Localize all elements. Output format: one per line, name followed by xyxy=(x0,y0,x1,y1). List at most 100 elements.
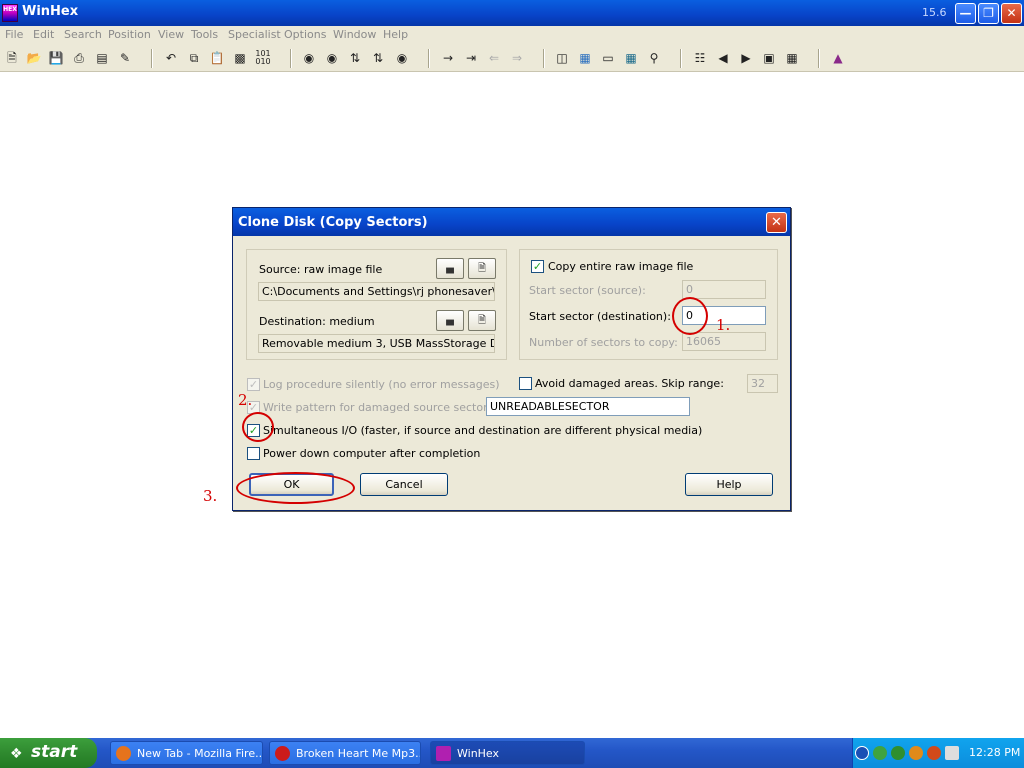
log-silently-checkbox[interactable]: ✓ xyxy=(247,378,260,391)
source-browse-button[interactable]: ▄ xyxy=(436,258,464,279)
source-path-field[interactable]: C:\Documents and Settings\rj phonesaver\… xyxy=(258,282,495,301)
restore-button[interactable]: ❐ xyxy=(978,3,999,24)
properties-icon[interactable]: ▤ xyxy=(94,50,110,66)
menu-view[interactable]: View xyxy=(158,28,184,41)
menu-window[interactable]: Window xyxy=(333,28,376,41)
copy-entire-checkbox[interactable]: ✓ xyxy=(531,260,544,273)
annotation-step1: 1. xyxy=(716,316,731,334)
toolbar-separator xyxy=(290,49,292,68)
disk-snapshot-icon[interactable]: ▭ xyxy=(600,50,616,66)
task-opera[interactable]: Broken Heart Me Mp3... xyxy=(269,741,421,765)
task-label: New Tab - Mozilla Fire... xyxy=(137,747,263,760)
replace-hex-icon[interactable]: ⇅ xyxy=(370,50,386,66)
start-button[interactable]: ❖ start xyxy=(0,738,97,768)
hex-tools-icon[interactable]: ☷ xyxy=(692,50,708,66)
magnifier-icon[interactable]: ⚲ xyxy=(646,50,662,66)
copy-entire-label: Copy entire raw image file xyxy=(548,260,694,273)
dialog-title-bar: Clone Disk (Copy Sectors) ✕ xyxy=(233,208,790,236)
menu-tools[interactable]: Tools xyxy=(191,28,218,41)
menu-help[interactable]: Help xyxy=(383,28,408,41)
open-disk-icon[interactable]: ◫ xyxy=(554,50,570,66)
menu-specialist[interactable]: Specialist xyxy=(228,28,281,41)
help-button[interactable]: Help xyxy=(685,473,773,496)
back-icon[interactable]: ⇐ xyxy=(486,50,502,66)
source-destination-group: Source: raw image file ▄ 🗎 C:\Documents … xyxy=(246,249,507,360)
dialog-title: Clone Disk (Copy Sectors) xyxy=(238,215,428,230)
destination-label: Destination: medium xyxy=(259,315,375,328)
winhex-app-icon[interactable]: HEX xyxy=(2,4,18,22)
annotation-step2: 2. xyxy=(238,391,253,409)
close-window-button[interactable]: ✕ xyxy=(1001,3,1022,24)
write-pattern-label: Write pattern for damaged source sectors… xyxy=(263,401,498,414)
sector-settings-group: ✓ Copy entire raw image file Start secto… xyxy=(519,249,778,360)
tray-expand-icon[interactable] xyxy=(855,746,869,760)
forward-icon[interactable]: ⇒ xyxy=(509,50,525,66)
book-icon[interactable]: ▲ xyxy=(830,50,846,66)
undo-icon[interactable]: ↶ xyxy=(163,50,179,66)
paste-special-icon[interactable]: ▩ xyxy=(232,50,248,66)
copy-icon[interactable]: ⧉ xyxy=(186,50,202,66)
system-tray: 12:28 PM xyxy=(852,738,1024,768)
edit-icon[interactable]: ✎ xyxy=(117,50,133,66)
network-icon[interactable] xyxy=(873,746,887,760)
paste-icon[interactable]: 📋 xyxy=(209,50,225,66)
toolbar-separator xyxy=(680,49,682,68)
goto-sector-icon[interactable]: ⇥ xyxy=(463,50,479,66)
source-label: Source: raw image file xyxy=(259,263,383,276)
print-icon[interactable]: ⎙ xyxy=(71,50,87,66)
destination-browse-button[interactable]: ▄ xyxy=(436,310,464,331)
update-icon[interactable] xyxy=(909,746,923,760)
num-sectors-field[interactable]: 16065 xyxy=(682,332,766,351)
snapshot-icon[interactable]: ▣ xyxy=(761,50,777,66)
toolbar-separator xyxy=(543,49,545,68)
antivirus-icon[interactable] xyxy=(927,746,941,760)
start-source-label: Start sector (source): xyxy=(529,284,646,297)
menu-bar: File Edit Search Position View Tools Spe… xyxy=(0,26,1024,45)
previous-icon[interactable]: ◀ xyxy=(715,50,731,66)
annotation-circle-step1 xyxy=(672,297,708,335)
new-file-icon[interactable]: 🗎 xyxy=(4,50,20,66)
power-down-checkbox[interactable] xyxy=(247,447,260,460)
start-source-field[interactable]: 0 xyxy=(682,280,766,299)
destination-field[interactable]: Removable medium 3, USB MassStorage Devi… xyxy=(258,334,495,353)
annotation-circle-step2 xyxy=(242,412,274,442)
taskbar: ❖ start New Tab - Mozilla Fire... Broken… xyxy=(0,738,1024,768)
goto-offset-icon[interactable]: → xyxy=(440,50,456,66)
skip-range-field[interactable]: 32 xyxy=(747,374,778,393)
save-icon[interactable]: 💾 xyxy=(48,50,64,66)
menu-options[interactable]: Options xyxy=(284,28,326,41)
open-file-icon[interactable]: 📂 xyxy=(26,50,42,66)
next-icon[interactable]: ▶ xyxy=(738,50,754,66)
volume-icon[interactable] xyxy=(945,746,959,760)
ram-editor-icon[interactable]: ▦ xyxy=(577,50,593,66)
minimize-button[interactable]: — xyxy=(955,3,976,24)
pattern-field[interactable]: UNREADABLESECTOR xyxy=(486,397,690,416)
find-hex-icon[interactable]: ◉ xyxy=(324,50,340,66)
window-title: WinHex xyxy=(22,4,79,19)
utorrent-icon[interactable] xyxy=(891,746,905,760)
annotation-circle-step3 xyxy=(236,472,355,504)
toolbar-separator xyxy=(151,49,153,68)
menu-search[interactable]: Search xyxy=(64,28,102,41)
table-icon[interactable]: ▦ xyxy=(784,50,800,66)
avoid-damaged-checkbox[interactable] xyxy=(519,377,532,390)
dialog-close-button[interactable]: ✕ xyxy=(766,212,787,233)
calculator-icon[interactable]: ▦ xyxy=(623,50,639,66)
log-silently-label: Log procedure silently (no error message… xyxy=(263,378,500,391)
task-firefox[interactable]: New Tab - Mozilla Fire... xyxy=(110,741,263,765)
find-again-icon[interactable]: ◉ xyxy=(394,50,410,66)
clone-disk-dialog: Clone Disk (Copy Sectors) ✕ Source: raw … xyxy=(232,207,791,511)
replace-icon[interactable]: ⇅ xyxy=(347,50,363,66)
destination-open-button[interactable]: 🗎 xyxy=(468,310,496,331)
version-label: 15.6 xyxy=(922,6,947,19)
menu-position[interactable]: Position xyxy=(108,28,151,41)
cancel-button[interactable]: Cancel xyxy=(360,473,448,496)
task-winhex[interactable]: WinHex xyxy=(430,741,585,765)
find-icon[interactable]: ◉ xyxy=(301,50,317,66)
menu-file[interactable]: File xyxy=(5,28,23,41)
menu-edit[interactable]: Edit xyxy=(33,28,54,41)
power-down-label: Power down computer after completion xyxy=(263,447,481,460)
binary-icon[interactable]: 101 010 xyxy=(255,50,271,66)
start-destination-label: Start sector (destination): xyxy=(529,310,671,323)
source-open-button[interactable]: 🗎 xyxy=(468,258,496,279)
